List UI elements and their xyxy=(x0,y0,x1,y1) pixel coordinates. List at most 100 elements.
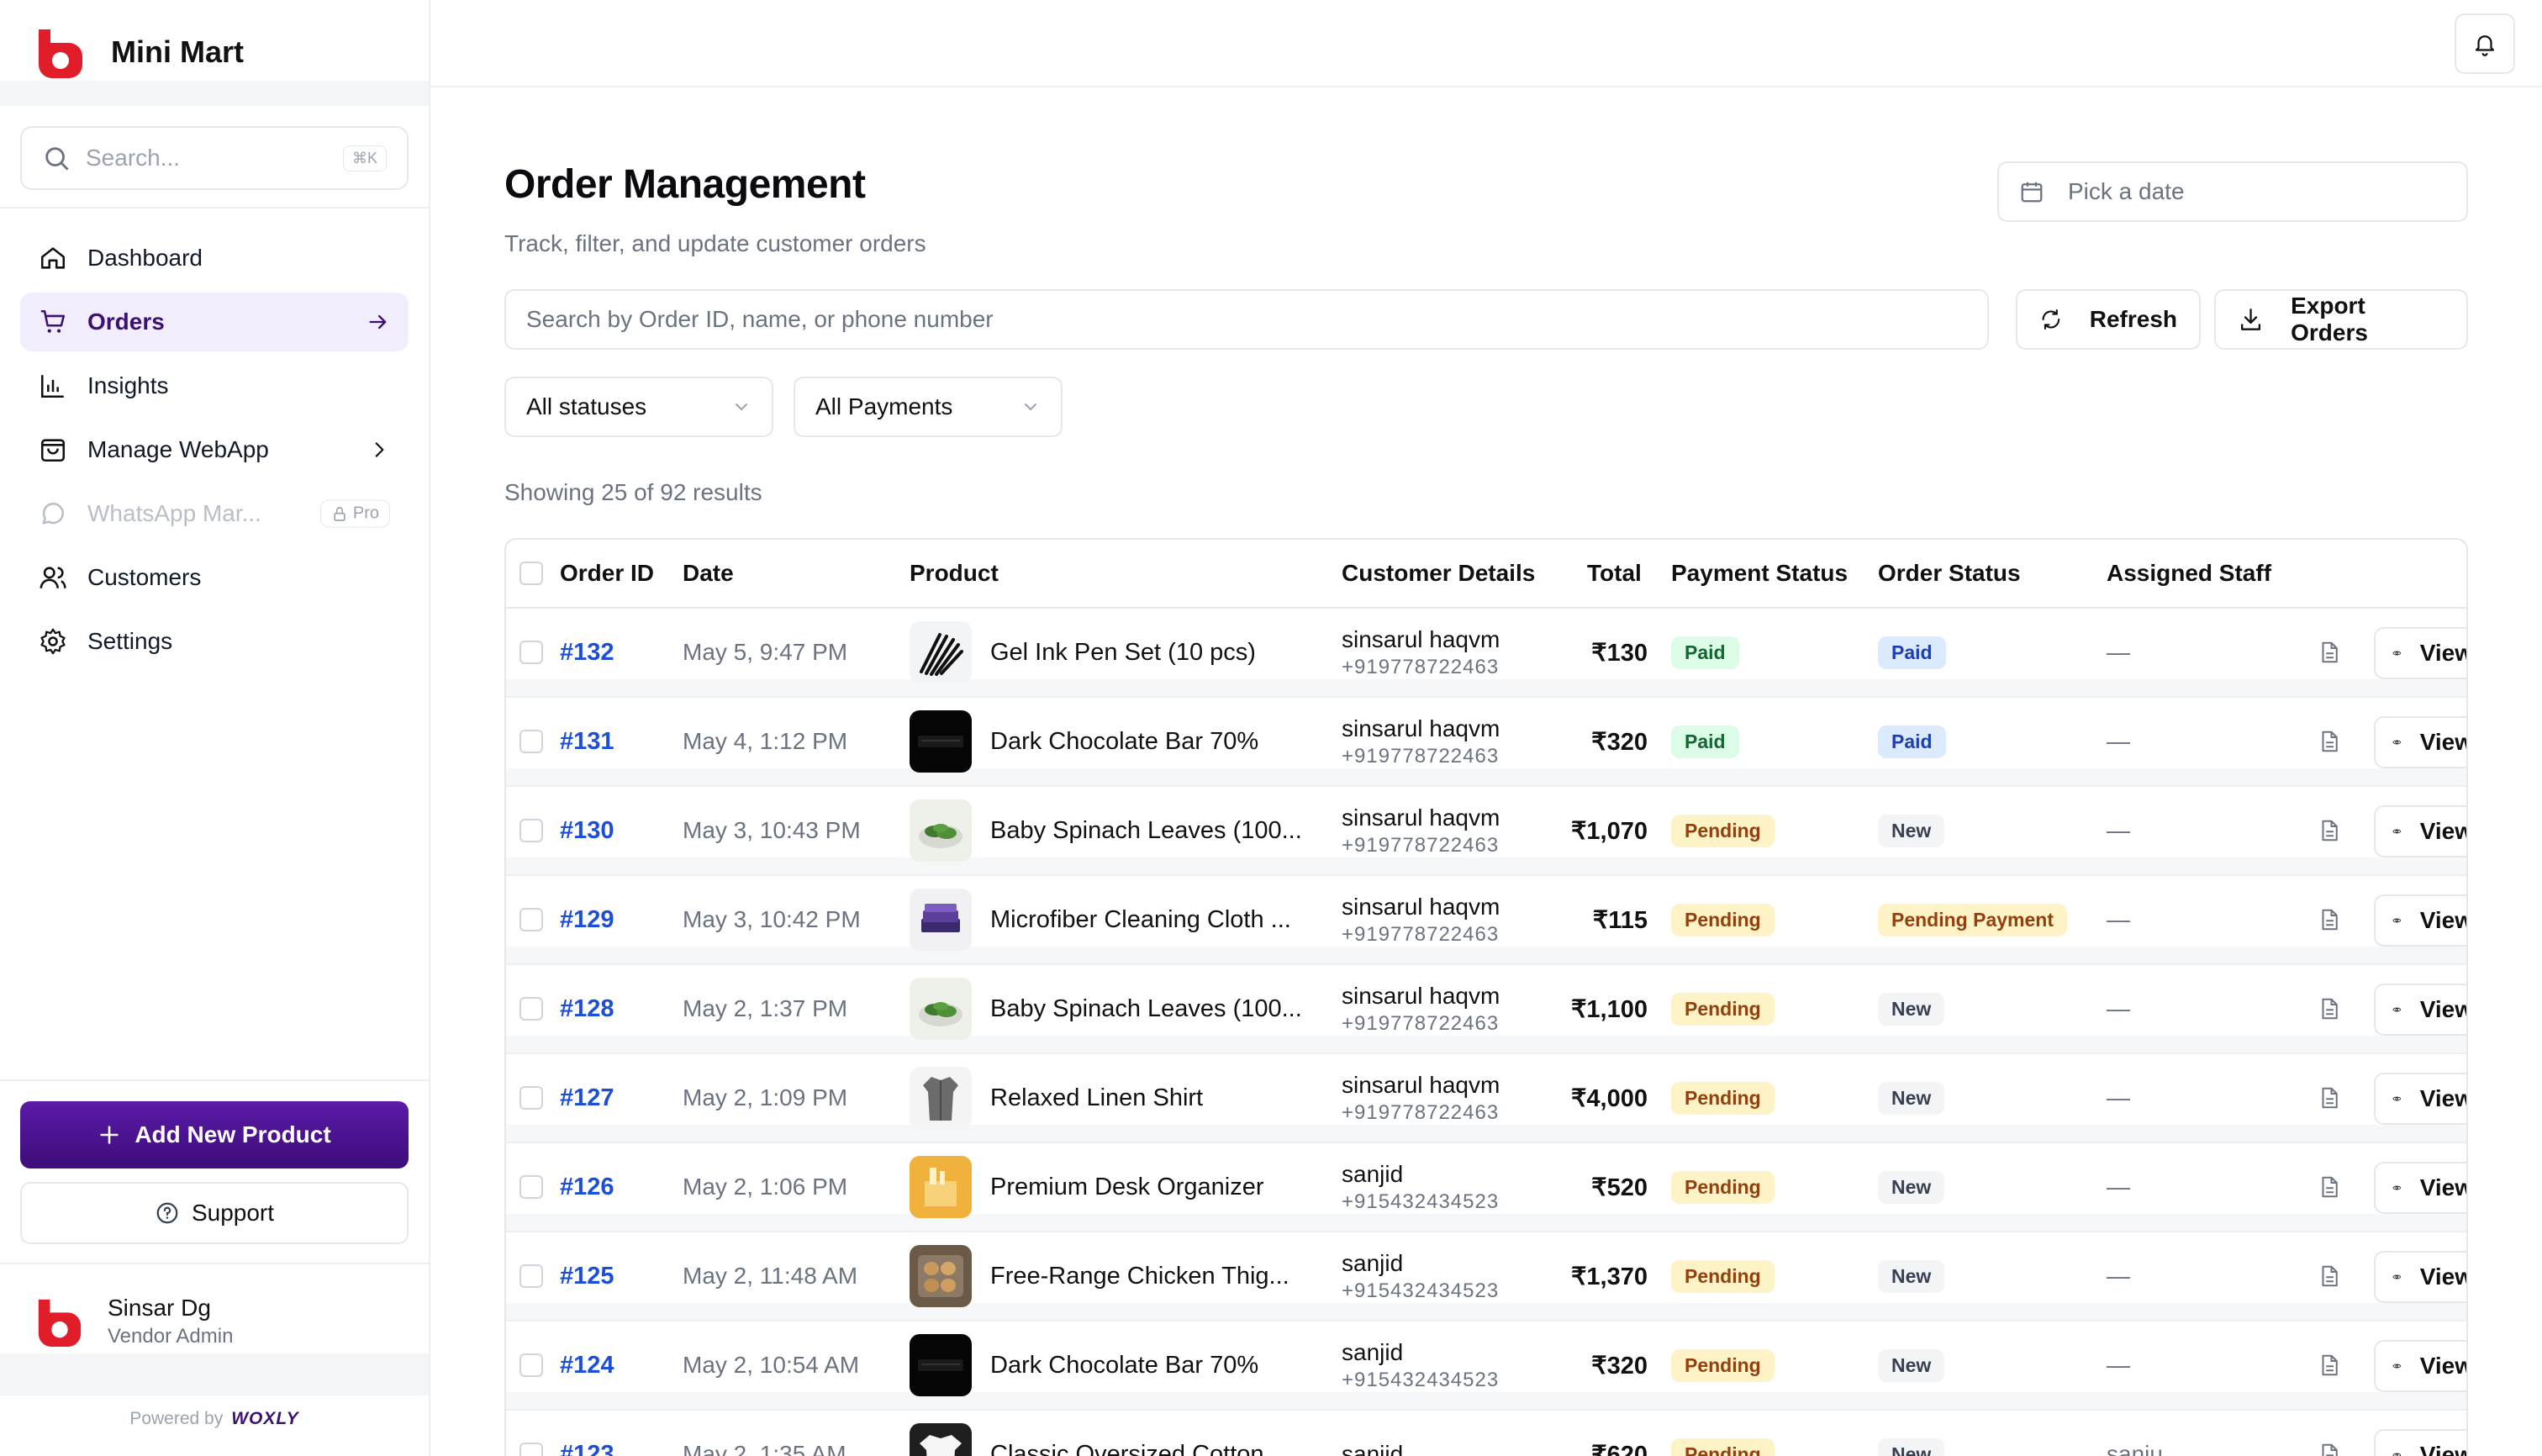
row-checkbox[interactable] xyxy=(519,1353,543,1377)
order-search-input[interactable]: Search by Order ID, name, or phone numbe… xyxy=(504,289,1989,350)
row-checkbox[interactable] xyxy=(519,997,543,1021)
order-status-badge[interactable]: New xyxy=(1878,1081,1945,1115)
assigned-staff[interactable]: — xyxy=(2107,1143,2130,1231)
brand[interactable]: Mini Mart xyxy=(34,24,244,81)
row-checkbox[interactable] xyxy=(519,730,543,753)
assigned-staff[interactable]: — xyxy=(2107,876,2130,963)
row-checkbox[interactable] xyxy=(519,641,543,664)
table-row[interactable]: #127 May 2, 1:09 PM Relaxed Linen Shirt sin… xyxy=(506,1054,2466,1143)
column-header-payment-status[interactable]: Payment Status xyxy=(1671,540,1848,607)
refresh-button[interactable]: Refresh xyxy=(2016,289,2201,350)
order-id-link[interactable]: #131 xyxy=(560,698,614,785)
row-checkbox[interactable] xyxy=(519,1443,543,1456)
assigned-staff[interactable]: — xyxy=(2107,1321,2130,1409)
row-checkbox[interactable] xyxy=(519,1264,543,1288)
order-status-badge[interactable]: Paid xyxy=(1878,725,1946,758)
invoice-button[interactable] xyxy=(2317,698,2342,785)
order-id-link[interactable]: #132 xyxy=(560,609,614,696)
sidebar-item-dashboard[interactable]: Dashboard xyxy=(20,229,409,288)
order-id-link[interactable]: #126 xyxy=(560,1143,614,1231)
column-header-product[interactable]: Product xyxy=(910,540,999,607)
order-id-link[interactable]: #127 xyxy=(560,1054,614,1142)
assigned-staff[interactable]: — xyxy=(2107,698,2130,785)
view-order-button[interactable]: View xyxy=(2374,894,2466,947)
sidebar-item-settings[interactable]: Settings xyxy=(20,612,409,671)
row-checkbox[interactable] xyxy=(519,819,543,842)
sidebar-item-insights[interactable]: Insights xyxy=(20,356,409,415)
table-row[interactable]: #125 May 2, 11:48 AM Free-Range Chicken Th… xyxy=(506,1232,2466,1321)
assigned-staff[interactable]: — xyxy=(2107,787,2130,874)
order-id-link[interactable]: #128 xyxy=(560,965,614,1052)
assigned-staff[interactable]: — xyxy=(2107,1232,2130,1320)
table-row[interactable]: #130 May 3, 10:43 PM Baby Spinach Leaves (… xyxy=(506,787,2466,876)
column-header-customer[interactable]: Customer Details xyxy=(1342,540,1535,607)
order-status-badge[interactable]: New xyxy=(1878,1438,1945,1456)
order-status-badge[interactable]: Pending Payment xyxy=(1878,903,2067,936)
table-row[interactable]: #131 May 4, 1:12 PM Dark Chocolate Bar 70%… xyxy=(506,698,2466,787)
order-id-link[interactable]: #124 xyxy=(560,1321,614,1409)
payment-filter-select[interactable]: All Payments xyxy=(794,377,1063,437)
order-date: May 5, 9:47 PM xyxy=(683,639,848,665)
user-profile[interactable]: Sinsar Dg Vendor Admin xyxy=(34,1295,233,1348)
order-id-link[interactable]: #130 xyxy=(560,787,614,874)
table-row[interactable]: #129 May 3, 10:42 PM Microfiber Cleaning C… xyxy=(506,876,2466,965)
invoice-button[interactable] xyxy=(2317,1411,2342,1456)
invoice-button[interactable] xyxy=(2317,1321,2342,1409)
table-row[interactable]: #126 May 2, 1:06 PM Premium Desk Organizer… xyxy=(506,1143,2466,1232)
row-checkbox[interactable] xyxy=(519,1086,543,1110)
order-id-link[interactable]: #125 xyxy=(560,1232,614,1320)
view-order-button[interactable]: View xyxy=(2374,984,2466,1036)
select-all-checkbox[interactable] xyxy=(519,562,543,585)
view-order-button[interactable]: View xyxy=(2374,1162,2466,1214)
sidebar-item-manage-webapp[interactable]: Manage WebApp xyxy=(20,420,409,479)
view-order-button[interactable]: View xyxy=(2374,805,2466,857)
column-header-assigned-staff[interactable]: Assigned Staff xyxy=(2107,540,2271,607)
invoice-button[interactable] xyxy=(2317,876,2342,963)
column-header-total[interactable]: Total xyxy=(1587,540,1642,607)
view-order-button[interactable]: View xyxy=(2374,716,2466,768)
assigned-staff[interactable]: — xyxy=(2107,609,2130,696)
assigned-staff[interactable]: — xyxy=(2107,1054,2130,1142)
row-checkbox[interactable] xyxy=(519,908,543,931)
invoice-button[interactable] xyxy=(2317,1143,2342,1231)
assigned-staff[interactable]: sanju xyxy=(2107,1411,2163,1456)
invoice-button[interactable] xyxy=(2317,609,2342,696)
order-status-badge[interactable]: New xyxy=(1878,1259,1945,1293)
order-status-badge[interactable]: Paid xyxy=(1878,636,1946,669)
powered-brand-logo[interactable]: WOXLY xyxy=(231,1409,298,1429)
row-checkbox[interactable] xyxy=(519,1175,543,1199)
date-picker[interactable]: Pick a date xyxy=(1997,161,2468,222)
table-row[interactable]: #132 May 5, 9:47 PM Gel Ink Pen Set (10 pc… xyxy=(506,609,2466,698)
invoice-button[interactable] xyxy=(2317,965,2342,1052)
view-order-button[interactable]: View xyxy=(2374,1251,2466,1303)
status-filter-select[interactable]: All statuses xyxy=(504,377,773,437)
document-icon xyxy=(2322,1087,2338,1109)
invoice-button[interactable] xyxy=(2317,787,2342,874)
view-order-button[interactable]: View xyxy=(2374,1073,2466,1125)
view-order-button[interactable]: View xyxy=(2374,1429,2466,1456)
table-row[interactable]: #124 May 2, 10:54 AM Dark Chocolate Bar 70… xyxy=(506,1321,2466,1411)
notifications-button[interactable] xyxy=(2455,13,2515,74)
order-status-badge[interactable]: New xyxy=(1878,1348,1945,1382)
view-order-button[interactable]: View xyxy=(2374,1340,2466,1392)
assigned-staff[interactable]: — xyxy=(2107,965,2130,1052)
sidebar-item-orders[interactable]: Orders xyxy=(20,293,409,351)
support-button[interactable]: Support xyxy=(20,1182,409,1244)
view-order-button[interactable]: View xyxy=(2374,627,2466,679)
export-orders-button[interactable]: Export Orders xyxy=(2214,289,2468,350)
invoice-button[interactable] xyxy=(2317,1232,2342,1320)
add-new-product-button[interactable]: Add New Product xyxy=(20,1101,409,1168)
table-row[interactable]: #123 May 2, 1:35 AM Classic Oversized Cott… xyxy=(506,1411,2466,1456)
column-header-order-status[interactable]: Order Status xyxy=(1878,540,2021,607)
order-status-badge[interactable]: New xyxy=(1878,1170,1945,1204)
order-status-badge[interactable]: New xyxy=(1878,814,1945,847)
order-status-badge[interactable]: New xyxy=(1878,992,1945,1026)
sidebar-item-customers[interactable]: Customers xyxy=(20,548,409,607)
order-id-link[interactable]: #129 xyxy=(560,876,614,963)
column-header-order-id[interactable]: Order ID xyxy=(560,540,654,607)
sidebar-search-input[interactable]: Search... ⌘K xyxy=(20,126,409,190)
invoice-button[interactable] xyxy=(2317,1054,2342,1142)
order-id-link[interactable]: #123 xyxy=(560,1411,614,1456)
column-header-date[interactable]: Date xyxy=(683,540,734,607)
table-row[interactable]: #128 May 2, 1:37 PM Baby Spinach Leaves (1… xyxy=(506,965,2466,1054)
